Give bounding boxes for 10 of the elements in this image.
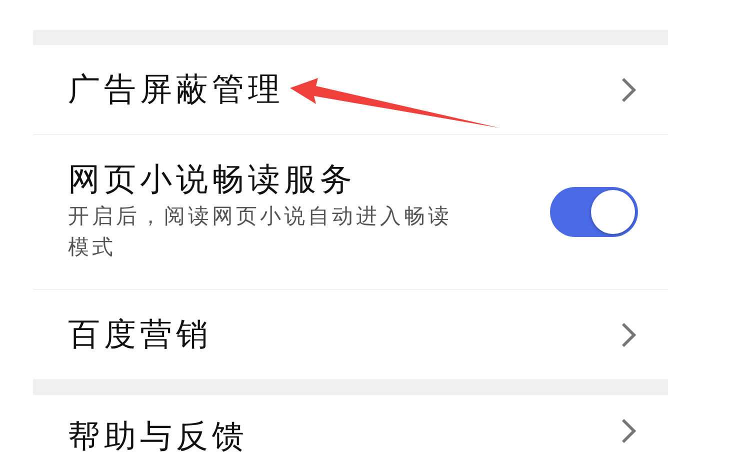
row-title: 广告屏蔽管理 bbox=[68, 70, 285, 109]
row-title: 帮助与反馈 bbox=[68, 417, 249, 456]
chevron-right-icon bbox=[620, 320, 638, 348]
row-title: 百度营销 bbox=[68, 315, 213, 354]
row-title: 网页小说畅读服务 bbox=[68, 160, 357, 199]
settings-row[interactable]: 帮助与反馈 bbox=[33, 395, 668, 459]
toggle-switch[interactable] bbox=[550, 187, 638, 237]
chevron-right-icon bbox=[620, 417, 638, 445]
row-description: 开启后，阅读网页小说自动进入畅读模式 bbox=[68, 202, 453, 262]
chevron-right-icon bbox=[620, 76, 638, 104]
